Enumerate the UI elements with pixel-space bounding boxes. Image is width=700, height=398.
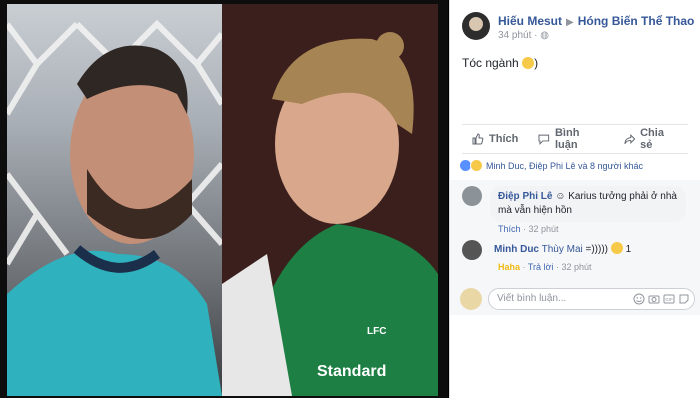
comment-bubble: Điệp Phi Lê ☺ Karius tưởng phải ở nhà mà… (490, 186, 686, 222)
post-meta: 34 phút · ◍ (498, 30, 549, 41)
commenter-avatar[interactable] (462, 186, 482, 206)
divider (462, 153, 688, 154)
composer-icons: GIF (633, 293, 690, 305)
comment-icon (538, 134, 550, 145)
comment-bubble: Minh Duc Thùy Mai =))))) 1 (490, 240, 635, 259)
gif-icon[interactable]: GIF (663, 293, 675, 305)
globe-icon: · ◍ (534, 30, 549, 41)
comment-placeholder: Viết bình luận... (497, 293, 567, 304)
commenter-avatar[interactable] (462, 240, 482, 260)
post-text: Tóc ngành ) (462, 56, 539, 70)
reaction-count: 1 (625, 244, 632, 255)
svg-text:LFC: LFC (367, 326, 386, 337)
smile-emoji-icon (522, 57, 535, 69)
comment-haha-link[interactable]: Haha (498, 262, 520, 272)
arrow-right-icon: ▶ (566, 17, 574, 28)
post-time[interactable]: 34 phút (498, 30, 531, 41)
smile-emoji-icon: ☺ (555, 191, 566, 202)
author-avatar[interactable] (462, 12, 490, 40)
comment-input[interactable]: Viết bình luận... GIF (488, 288, 695, 310)
post-photo[interactable]: LFC Standard (0, 0, 448, 398)
tagged-user[interactable]: Thùy Mai (542, 244, 583, 255)
haha-reaction-icon (470, 159, 483, 172)
comment-like-link[interactable]: Thích (498, 224, 521, 234)
comment-text: =))))) (585, 244, 609, 255)
empty-space (450, 315, 700, 398)
sticker-icon[interactable] (678, 293, 690, 305)
author-line: Hiếu Mesut ▶ Hóng Biến Thể Thao (498, 14, 694, 28)
comment-reply-link[interactable]: Trả lời (528, 262, 554, 272)
commenter-name[interactable]: Điệp Phi Lê (498, 191, 552, 202)
player-right-figure: LFC Standard (222, 4, 438, 396)
post-sidebar: Hiếu Mesut ▶ Hóng Biến Thể Thao 34 phút · … (449, 0, 700, 398)
post-header: Hiếu Mesut ▶ Hóng Biến Thể Thao 34 phút · … (462, 12, 697, 46)
author-name[interactable]: Hiếu Mesut (498, 14, 562, 28)
divider (462, 124, 688, 125)
camera-icon[interactable] (648, 293, 660, 305)
my-avatar (460, 288, 482, 310)
comment-actions: Haha · Trả lời · 32 phút (498, 262, 592, 272)
photo-left-goalkeeper (7, 4, 222, 396)
share-button[interactable]: Chia sẻ (614, 127, 689, 151)
reaction-summary[interactable]: Minh Duc, Điệp Phi Lê và 8 người khác (460, 159, 643, 172)
comment-time[interactable]: 32 phút (561, 262, 591, 272)
photo-right-goalkeeper: LFC Standard (222, 4, 438, 396)
group-name[interactable]: Hóng Biến Thể Thao (578, 14, 695, 28)
comment-actions: Thích · 32 phút (498, 224, 559, 234)
comments-section: Điệp Phi Lê ☺ Karius tưởng phải ở nhà mà… (450, 180, 700, 285)
like-icon (472, 133, 484, 145)
post-actions: Thích Bình luận Chia sẻ (462, 127, 689, 151)
haha-emoji-icon (610, 242, 623, 254)
comment-composer: Viết bình luận... GIF (450, 285, 700, 315)
svg-text:GIF: GIF (665, 297, 673, 302)
emoji-icon[interactable] (633, 293, 645, 305)
like-button[interactable]: Thích (462, 128, 528, 150)
commenter-name[interactable]: Minh Duc (494, 244, 539, 255)
player-left-figure (7, 45, 222, 396)
svg-text:Standard: Standard (317, 363, 386, 380)
share-icon (623, 133, 635, 145)
comment-time[interactable]: 32 phút (529, 224, 559, 234)
comment-button[interactable]: Bình luận (528, 127, 613, 151)
